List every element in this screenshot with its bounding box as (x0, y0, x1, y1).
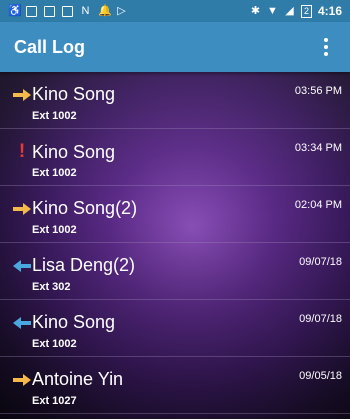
gallery-notification-icon (26, 5, 37, 17)
call-time: 09/07/18 (299, 256, 342, 268)
message-notification-icon (44, 5, 55, 17)
app-bar: Call Log (0, 22, 350, 72)
gmail-notification-icon (62, 5, 73, 17)
contact-name: Kino Song(2) (32, 198, 138, 218)
call-time: 09/07/18 (299, 313, 342, 325)
call-log-row[interactable]: Kino Song Ext 1002 09/07/18 (0, 300, 350, 357)
contact-name: Antoine Yin (32, 369, 124, 389)
call-log-row[interactable]: Kino Song(2) Ext 1002 02:04 PM (0, 186, 350, 243)
arrow-right-icon (12, 202, 32, 216)
call-log-row[interactable]: ! Kino Song Ext 1002 03:34 PM (0, 129, 350, 186)
call-log-entry: ! Kino Song (12, 141, 115, 163)
call-log-entry: Kino Song(2) (12, 198, 137, 219)
call-time: 09/05/18 (299, 370, 342, 382)
nfc-icon: N (81, 4, 90, 17)
extension-label: Ext 302 (32, 281, 71, 293)
call-log-row[interactable]: Antoine Yin Ext 1027 09/05/18 (0, 357, 350, 414)
status-bar: ♿ N 🔔 ▷ ✱ ▼ ◢ 2 4:16 (0, 0, 350, 22)
extension-label: Ext 1002 (32, 224, 77, 236)
wifi-icon: ▼ (267, 4, 278, 17)
extension-label: Ext 1002 (32, 110, 77, 122)
arrow-right-icon (12, 373, 32, 387)
contact-name: Kino Song (32, 141, 116, 162)
signal-icon: ◢ (285, 4, 294, 17)
more-vert-icon[interactable] (316, 35, 336, 59)
play-store-icon: ▷ (117, 4, 126, 17)
extension-label: Ext 1002 (32, 167, 77, 179)
page-title: Call Log (14, 36, 85, 57)
call-log-entry: Lisa Deng(2) (12, 255, 135, 276)
call-time: 03:34 PM (294, 142, 342, 154)
alarm-bell-icon: 🔔 (98, 4, 112, 17)
contact-name: Lisa Deng(2) (32, 255, 136, 275)
extension-label: Ext 1002 (32, 338, 77, 350)
call-log-entry: Kino Song (12, 312, 115, 333)
call-log-entry: Antoine Yin (12, 369, 123, 390)
bluetooth-icon: ✱ (250, 4, 261, 17)
arrow-right-icon (12, 88, 32, 102)
contact-name: Kino Song (32, 312, 116, 332)
call-log-entry: Kino Song (12, 84, 115, 105)
arrow-left-icon (12, 259, 32, 273)
call-log-list[interactable]: Kino Song Ext 1002 03:56 PM! Kino Song Ext 1… (0, 72, 350, 419)
call-time: 02:04 PM (294, 199, 342, 211)
battery-icon: 2 (300, 4, 312, 18)
notification-accessibility-icon: ♿ (8, 4, 22, 17)
contact-name: Kino Song (32, 84, 116, 104)
exclamation-icon: ! (18, 141, 26, 162)
arrow-left-icon (12, 316, 32, 330)
call-log-row[interactable]: Lisa Deng(2) Ext 302 09/07/18 (0, 243, 350, 300)
call-time: 03:56 PM (294, 85, 342, 97)
call-log-row[interactable]: Kino Song Ext 1002 03:56 PM (0, 72, 350, 129)
extension-label: Ext 1027 (32, 395, 77, 407)
clock: 4:16 (317, 4, 342, 18)
